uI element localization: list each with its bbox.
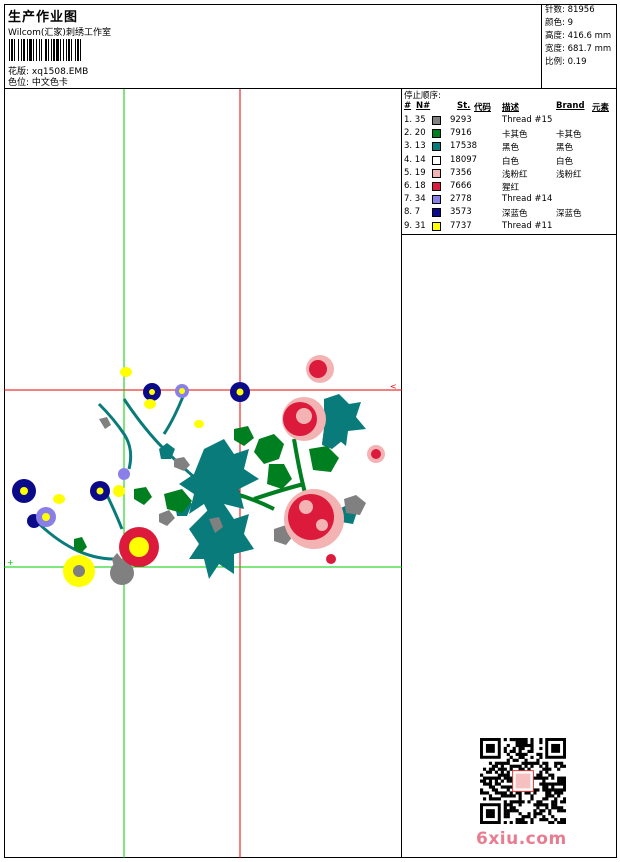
- yellow-flower: [63, 555, 95, 587]
- thread-code: 2778: [450, 194, 472, 205]
- thread-desc: 黑色: [502, 143, 520, 154]
- design-width: 宽度: 681.7 mm: [545, 44, 612, 54]
- legend-header-element: 元素: [592, 103, 610, 113]
- thread-index: 2. 20: [404, 128, 426, 139]
- thread-brand: 深蓝色: [556, 209, 582, 220]
- legend-row: 5. 19 7356 浅粉红 浅粉红: [402, 168, 617, 181]
- design-height: 高度: 416.6 mm: [545, 31, 612, 41]
- thread-code: 18097: [450, 154, 478, 165]
- red-sunflower: [119, 527, 159, 567]
- legend-row: 9. 31 7737 Thread #11: [402, 221, 617, 234]
- legend-header-code: 代码: [474, 103, 492, 113]
- thread-swatch: [432, 208, 441, 218]
- thread-index: 3. 13: [404, 141, 426, 152]
- thread-swatch: [432, 116, 441, 125]
- thread-code: 7356: [450, 167, 472, 178]
- thread-brand: 白色: [556, 156, 574, 167]
- color-count: 颜色: 9: [545, 18, 573, 28]
- thread-code: 3573: [450, 207, 472, 218]
- svg-text:<: <: [390, 382, 397, 391]
- thread-desc: Thread #15: [502, 115, 553, 125]
- stitch-count: 针数: 81956: [545, 5, 595, 15]
- legend-row: 7. 34 2778 Thread #14: [402, 194, 617, 207]
- header: 生产作业图 Wilcom(汇家)刺绣工作室 花版: xq1508.EMB 色位:…: [4, 4, 617, 89]
- thread-brand: 卡其色: [556, 130, 582, 141]
- thread-swatch: [432, 195, 441, 205]
- thread-index: 8. 7: [404, 207, 421, 218]
- legend-row: 2. 20 7916 卡其色 卡其色: [402, 128, 617, 141]
- legend-row: 3. 13 17538 黑色 黑色: [402, 141, 617, 154]
- design-canvas: < +: [4, 89, 402, 858]
- color-card-label: 色位: 中文色卡: [8, 78, 68, 88]
- site-logo: 6xiu.com: [476, 829, 567, 849]
- thread-index: 4. 14: [404, 154, 426, 165]
- legend-header-st: St.: [457, 101, 471, 111]
- legend-row: 8. 7 3573 深蓝色 深蓝色: [402, 207, 617, 220]
- legend-title: 停止顺序:: [404, 91, 441, 101]
- page-title: 生产作业图: [8, 10, 79, 25]
- thread-swatch: [432, 142, 441, 152]
- thread-desc: Thread #11: [502, 220, 553, 231]
- legend-row: 4. 14 18097 白色 白色: [402, 155, 617, 168]
- legend-header-brand: Brand: [556, 101, 585, 111]
- thread-code: 7916: [450, 128, 472, 139]
- thread-swatch: [432, 221, 441, 231]
- thread-swatch: [432, 155, 441, 165]
- thread-code: 17538: [450, 141, 478, 152]
- thread-index: 7. 34: [404, 194, 426, 205]
- thread-brand: 浅粉红: [556, 169, 582, 180]
- thread-index: 9. 31: [404, 220, 426, 231]
- thread-legend: 停止顺序: # N# St. 代码 描述 Brand 元素 1. 35 9293 T…: [402, 89, 617, 235]
- thread-code: 7737: [450, 220, 472, 231]
- legend-header-num: #: [404, 101, 412, 111]
- thread-code: 7666: [450, 181, 472, 191]
- legend-header-desc: 描述: [502, 103, 520, 113]
- legend-row: 1. 35 9293 Thread #15: [402, 115, 617, 128]
- qr-code: [480, 738, 566, 824]
- studio-name: Wilcom(汇家)刺绣工作室: [8, 28, 111, 38]
- thread-desc: 卡其色: [502, 130, 528, 141]
- barcode-image: [9, 39, 81, 61]
- thread-swatch: [432, 129, 441, 139]
- thread-index: 6. 18: [404, 181, 426, 191]
- svg-text:+: +: [7, 558, 14, 567]
- embroidery-design: < +: [4, 89, 402, 858]
- thread-desc: 白色: [502, 156, 520, 167]
- thread-swatch: [432, 182, 441, 191]
- legend-header-n: N#: [416, 101, 431, 111]
- thread-index: 5. 19: [404, 167, 426, 178]
- thread-desc: Thread #14: [502, 194, 553, 205]
- stats-panel: 针数: 81956 颜色: 9 高度: 416.6 mm 宽度: 681.7 m…: [541, 4, 617, 89]
- thread-index: 1. 35: [404, 115, 426, 125]
- thread-desc: 深蓝色: [502, 209, 528, 220]
- thread-brand: 黑色: [556, 143, 574, 154]
- legend-row: 6. 18 7666 猩红: [402, 181, 617, 194]
- thread-desc: 浅粉红: [502, 169, 528, 180]
- thread-code: 9293: [450, 115, 472, 125]
- thread-swatch: [432, 168, 441, 178]
- thread-desc: 猩红: [502, 183, 520, 193]
- design-scale: 比例: 0.19: [545, 57, 587, 67]
